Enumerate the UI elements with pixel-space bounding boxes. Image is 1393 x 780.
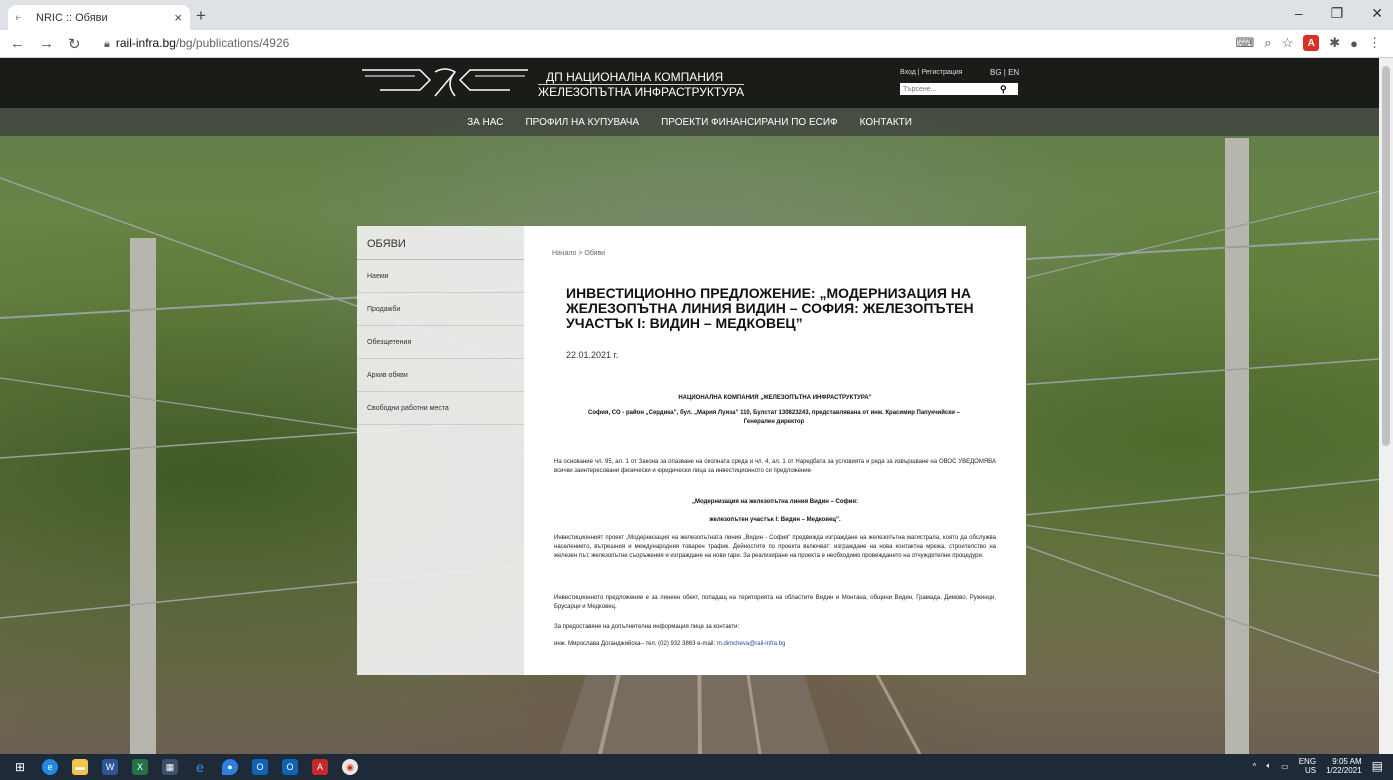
nav-item-buyer-profile[interactable]: ПРОФИЛ НА КУПУВАЧА: [525, 117, 639, 128]
excel-icon[interactable]: X: [132, 759, 148, 775]
sidebar-item-archive[interactable]: Архив обяви: [357, 359, 524, 392]
search-icon[interactable]: ⚲: [1000, 84, 1007, 95]
nav-item-esif-projects[interactable]: ПРОЕКТИ ФИНАНСИРАНИ ПО ЕСИФ: [661, 117, 838, 128]
company-name-line1: ДП НАЦИОНАЛНА КОМПАНИЯ: [538, 70, 745, 85]
sidebar-item-jobs[interactable]: Свободни работни места: [357, 392, 524, 425]
forward-icon[interactable]: →: [39, 35, 54, 53]
close-tab-icon[interactable]: ×: [174, 10, 182, 25]
drop-icon[interactable]: ●: [222, 759, 238, 775]
nav-buttons: ← → ↻: [0, 35, 100, 53]
lock-icon[interactable]: 🔒︎: [104, 38, 110, 50]
clock-date: 1/22/2021: [1326, 766, 1362, 775]
publication-date: 22.01.2021 г.: [566, 350, 619, 360]
project-name-line1: „Модернизация на железопътна линия Видин…: [692, 499, 858, 505]
tray-chevron-icon[interactable]: ^: [1253, 762, 1257, 771]
word-icon[interactable]: W: [102, 759, 118, 775]
pdf-extension-icon[interactable]: A: [1303, 35, 1320, 51]
network-icon[interactable]: ▭: [1281, 762, 1289, 771]
file-explorer-icon[interactable]: ▬: [72, 759, 88, 775]
article-panel: Начало > Обяви ИНВЕСТИЦИОННО ПРЕДЛОЖЕНИЕ…: [524, 226, 1026, 675]
url-host: rail-infra.bg: [115, 36, 176, 50]
site-search: ⚲: [900, 83, 1018, 95]
ie-icon[interactable]: e: [42, 759, 58, 775]
taskbar-apps: ⊞ e ▬ W X ▦ e ● O O A ◉: [0, 759, 358, 775]
windows-taskbar: ⊞ e ▬ W X ▦ e ● O O A ◉ ^ 🔈︎ ▭ ENG US 9:0…: [0, 754, 1393, 780]
nav-item-contacts[interactable]: КОНТАКТИ: [860, 117, 912, 128]
tray-lang-code: ENG: [1298, 757, 1317, 766]
tray-region-code: US: [1304, 766, 1317, 775]
contact-intro: За предоставяне на допълнителна информац…: [554, 624, 740, 630]
new-tab-button[interactable]: +: [196, 6, 206, 26]
contact-person: инж. Мирослава Доганджийска– тел. (02) 9…: [554, 641, 717, 647]
tray-clock[interactable]: 9:05 AM 1/22/2021: [1326, 757, 1362, 775]
back-icon[interactable]: ←: [10, 35, 25, 53]
breadcrumb[interactable]: Начало > Обяви: [552, 250, 605, 257]
page-title: ИНВЕСТИЦИОННО ПРЕДЛОЖЕНИЕ: „МОДЕРНИЗАЦИЯ…: [566, 285, 974, 331]
zoom-icon[interactable]: ⌕: [1264, 35, 1271, 51]
windows-start-icon[interactable]: ⊞: [12, 759, 28, 775]
clock-time: 9:05 AM: [1332, 757, 1362, 766]
site-header: ДП НАЦИОНАЛНА КОМПАНИЯ ЖЕЛЕЗОПЪТНА ИНФРА…: [0, 58, 1379, 108]
restore-icon[interactable]: ❐: [1331, 5, 1344, 22]
notifications-icon[interactable]: ▤: [1372, 759, 1383, 773]
browser-tab[interactable]: ⥼ NRIC :: Обяви ×: [8, 5, 190, 30]
window-controls: – ❐ ✕: [1295, 5, 1383, 22]
acrobat-icon[interactable]: A: [312, 759, 328, 775]
translate-icon[interactable]: ⌨: [1236, 35, 1255, 51]
sidebar-item-compensations[interactable]: Обезщетения: [357, 326, 524, 359]
browser-toolbar-icons: ⌨ ⌕ ☆ A ✱ ● ⋮: [1236, 35, 1381, 51]
company-name[interactable]: ДП НАЦИОНАЛНА КОМПАНИЯ ЖЕЛЕЗОПЪТНА ИНФРА…: [538, 70, 745, 99]
project-description: Инвестиционният проект „Модернизация на …: [554, 535, 996, 559]
extensions-icon[interactable]: ✱: [1329, 35, 1340, 51]
edge-icon[interactable]: e: [192, 759, 208, 775]
nric-logo-icon[interactable]: [360, 66, 530, 102]
contact-line: инж. Мирослава Доганджийска– тел. (02) 9…: [554, 640, 996, 649]
close-window-icon[interactable]: ✕: [1371, 5, 1383, 22]
volume-icon[interactable]: 🔈︎: [1266, 761, 1271, 771]
address-bar: ← → ↻ 🔒︎ rail-infra.bg/bg/publications/49…: [0, 30, 1393, 58]
url-field[interactable]: 🔒︎ rail-infra.bg/bg/publications/4926: [104, 36, 289, 51]
system-tray: ^ 🔈︎ ▭ ENG US 9:05 AM 1/22/2021 ▤: [1253, 757, 1383, 775]
outlook-icon[interactable]: O: [252, 759, 268, 775]
company-name-line2: ЖЕЛЕЗОПЪТНА ИНФРАСТРУКТУРА: [538, 85, 745, 99]
tab-title: NRIC :: Обяви: [36, 11, 108, 24]
org-address: София, СО - район „Сердика”, бул. „Мария…: [588, 410, 960, 425]
sidebar-item-sales[interactable]: Продажби: [357, 293, 524, 326]
project-name-line2: железопътен участък I: Видин – Медковец”…: [709, 517, 841, 523]
outlook-alt-icon[interactable]: O: [282, 759, 298, 775]
reload-icon[interactable]: ↻: [68, 35, 81, 53]
nric-logo-icon: ⥼: [16, 12, 22, 22]
nav-item-about[interactable]: ЗА НАС: [467, 117, 503, 128]
sidebar-heading: ОБЯВИ: [357, 226, 524, 260]
calculator-icon[interactable]: ▦: [162, 759, 178, 775]
tray-language[interactable]: ENG US: [1299, 757, 1316, 775]
search-input[interactable]: [900, 85, 1000, 93]
scrollbar-thumb[interactable]: [1382, 66, 1390, 446]
language-switcher[interactable]: BG | EN: [990, 68, 1019, 77]
chrome-icon[interactable]: ◉: [342, 759, 358, 775]
minimize-icon[interactable]: –: [1295, 5, 1303, 22]
menu-icon[interactable]: ⋮: [1368, 35, 1381, 51]
page-scrollbar[interactable]: [1379, 58, 1393, 754]
login-register-link[interactable]: Вход | Регистрация: [900, 69, 962, 76]
contact-email-link[interactable]: m.dimcheva@rail-infra.bg: [717, 641, 785, 647]
bookmark-star-icon[interactable]: ☆: [1282, 35, 1294, 51]
org-name: НАЦИОНАЛНА КОМПАНИЯ „ЖЕЛЕЗОПЪТНА ИНФРАСТ…: [678, 395, 872, 401]
notice-paragraph: На основание чл. 95, ал. 1 от Закона за …: [554, 459, 996, 474]
browser-tab-bar: ⥼ NRIC :: Обяви × + – ❐ ✕: [0, 0, 1393, 30]
sidebar-item-rentals[interactable]: Наеми: [357, 260, 524, 293]
page-viewport: ДП НАЦИОНАЛНА КОМПАНИЯ ЖЕЛЕЗОПЪТНА ИНФРА…: [0, 58, 1393, 754]
sidebar: ОБЯВИ Наеми Продажби Обезщетения Архив о…: [357, 226, 524, 675]
profile-icon[interactable]: ●: [1350, 36, 1358, 51]
url-path: /bg/publications/4926: [175, 36, 290, 50]
project-location: Инвестиционното предложение е за линеен …: [554, 595, 996, 610]
site-main-nav: ЗА НАС ПРОФИЛ НА КУПУВАЧА ПРОЕКТИ ФИНАНС…: [0, 108, 1379, 136]
